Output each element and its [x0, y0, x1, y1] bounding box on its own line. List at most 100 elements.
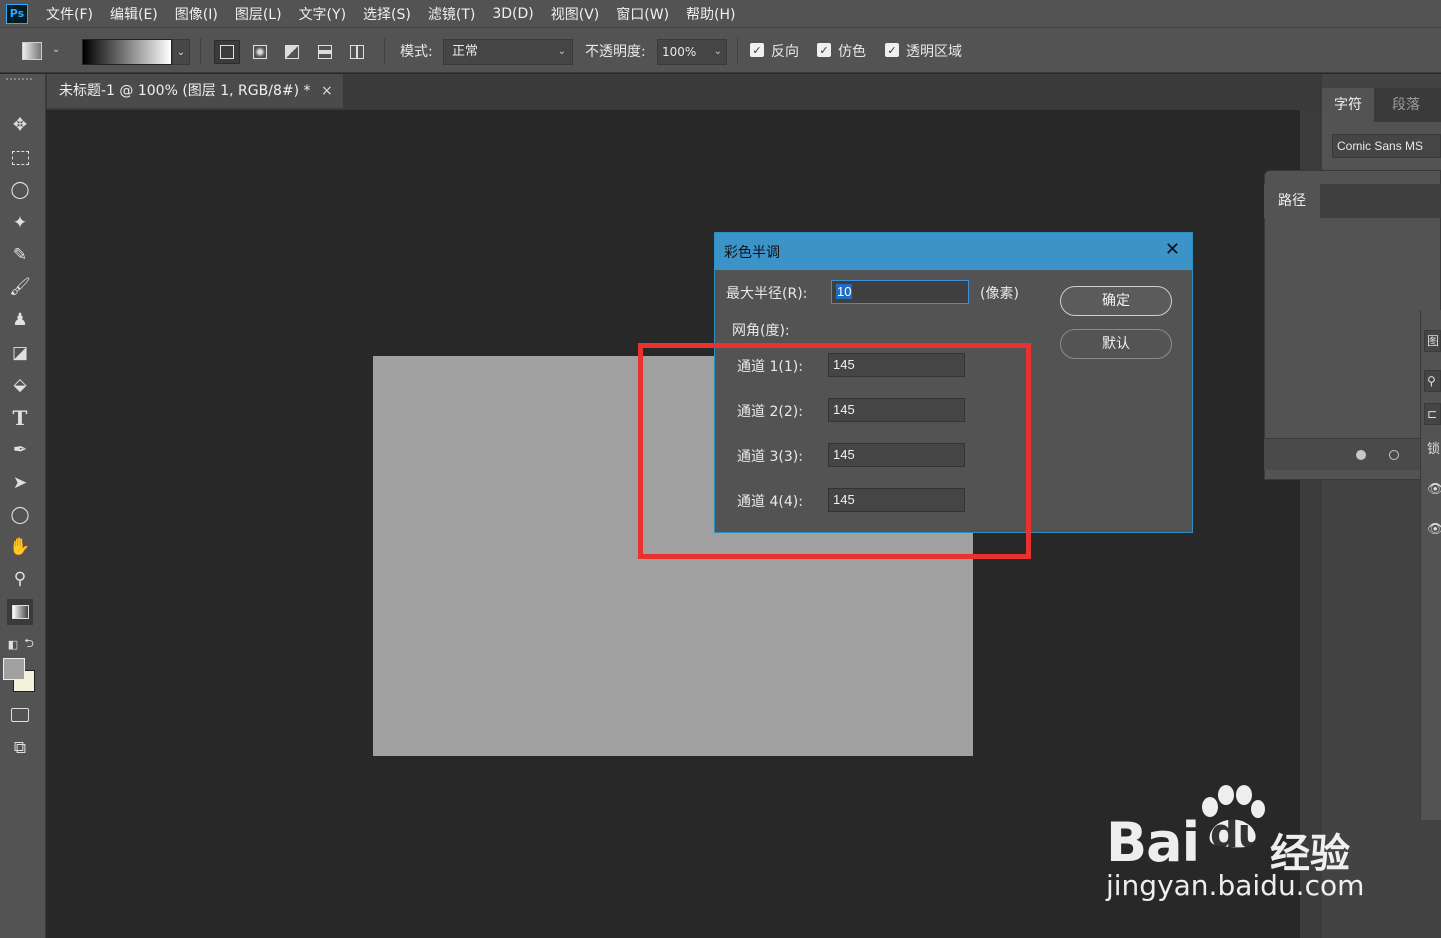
dialog-title: 彩色半调 [724, 245, 780, 261]
menu-bar: Ps 文件(F) 编辑(E) 图像(I) 图层(L) 文字(Y) 选择(S) 滤… [0, 0, 1441, 27]
layers-panel-tab[interactable]: 图 [1424, 330, 1441, 352]
gradient-tool-icon[interactable] [7, 599, 33, 625]
lasso-tool-icon[interactable]: ◯ [7, 177, 33, 203]
dither-label: 仿色 [838, 44, 866, 60]
lock-label: 锁 [1427, 442, 1441, 457]
foreground-color-swatch[interactable] [3, 658, 25, 680]
separator [384, 38, 385, 64]
watermark-url: jingyan.baidu.com [1106, 869, 1365, 902]
screen-mode-icon[interactable]: ⧉ [7, 735, 33, 761]
layer-search-icon[interactable]: ⚲ [1424, 370, 1441, 392]
tab-paragraph[interactable]: 段落 [1380, 88, 1432, 122]
menu-type[interactable]: 文字(Y) [299, 4, 346, 24]
visibility-eye-icon[interactable]: 👁 [1427, 522, 1441, 537]
reflected-gradient-button[interactable] [312, 40, 338, 64]
max-radius-label: 最大半径(R): [726, 286, 808, 302]
paths-panel-tabs: 路径 [1264, 184, 1441, 218]
dither-checkbox[interactable]: ✓ [817, 43, 831, 57]
angle-gradient-button[interactable] [279, 40, 305, 64]
menu-3d[interactable]: 3D(D) [492, 6, 533, 22]
watermark-brand: Bai [1106, 811, 1200, 874]
max-radius-input[interactable]: 10 [831, 280, 969, 304]
eraser-tool-icon[interactable]: ◪ [7, 340, 33, 366]
hand-tool-icon[interactable]: ✋ [7, 534, 33, 560]
blend-mode-field[interactable]: ⊏ [1424, 403, 1441, 425]
default-button[interactable]: 默认 [1060, 329, 1172, 359]
tool-preset-picker[interactable] [22, 42, 42, 60]
swap-colors-icon[interactable]: ⮌ [16, 631, 42, 657]
gradient-picker-dropdown[interactable]: ⌄ [172, 39, 190, 65]
diamond-gradient-button[interactable] [344, 40, 370, 64]
move-tool-icon[interactable]: ✥ [7, 112, 33, 138]
menu-help[interactable]: 帮助(H) [686, 4, 735, 24]
separator [737, 38, 738, 64]
stroke-path-icon[interactable] [1389, 450, 1399, 460]
watermark-brand-suffix: du [1210, 811, 1266, 857]
menu-file[interactable]: 文件(F) [46, 4, 93, 24]
photoshop-logo-icon: Ps [6, 3, 28, 24]
linear-gradient-button[interactable] [214, 40, 240, 64]
tools-panel: ✥ ◯ ✦ ✎ 🖌 ♟ ◪ ⬙ T ✒ ➤ ◯ ✋ ⚲ ◧ ⮌ ⧉ [0, 74, 46, 938]
angle-gradient-icon [285, 45, 299, 59]
menu-edit[interactable]: 编辑(E) [110, 4, 158, 24]
fill-path-icon[interactable] [1356, 450, 1366, 460]
mode-label: 模式: [400, 44, 433, 60]
chevron-down-icon[interactable]: ⌄ [52, 44, 60, 55]
paths-panel-footer [1264, 438, 1441, 470]
document-tab-bar: 未标题-1 @ 100% (图层 1, RGB/8#) * × [46, 74, 1322, 110]
document-tab-title: 未标题-1 @ 100% (图层 1, RGB/8#) * [59, 83, 311, 99]
font-family-field[interactable]: Comic Sans MS [1332, 134, 1441, 158]
reverse-label: 反向 [771, 44, 799, 60]
opacity-input[interactable]: 100% ⌄ [657, 39, 727, 65]
highlight-annotation [638, 343, 1031, 559]
chevron-down-icon: ⌄ [713, 46, 722, 57]
diamond-gradient-icon [350, 45, 364, 59]
dialog-title-bar[interactable]: 彩色半调 ✕ [715, 233, 1192, 270]
mode-select[interactable]: 正常 ⌄ [443, 39, 573, 65]
max-radius-unit: (像素) [980, 286, 1019, 302]
document-tab[interactable]: 未标题-1 @ 100% (图层 1, RGB/8#) * × [47, 74, 343, 108]
panel-grip[interactable] [6, 78, 32, 82]
eyedropper-tool-icon[interactable]: ✎ [7, 242, 33, 268]
menu-select[interactable]: 选择(S) [363, 4, 411, 24]
baidu-jingyan-watermark: Bai du 经验 jingyan.baidu.com [1100, 785, 1380, 915]
marquee-tool-icon[interactable] [7, 145, 33, 171]
close-icon[interactable]: ✕ [1165, 240, 1180, 260]
visibility-eye-icon[interactable]: 👁 [1427, 482, 1441, 497]
separator [200, 38, 201, 64]
options-bar: ⌄ ⌄ 模式: 正常 ⌄ 不透明度: 100% ⌄ ✓ 反向 ✓ 仿色 ✓ 透明… [0, 27, 1441, 73]
tab-paths[interactable]: 路径 [1264, 184, 1320, 218]
reflected-gradient-icon [318, 45, 332, 59]
zoom-tool-icon[interactable]: ⚲ [7, 566, 33, 592]
path-selection-tool-icon[interactable]: ➤ [7, 470, 33, 496]
chevron-down-icon: ⌄ [557, 46, 566, 57]
stamp-tool-icon[interactable]: ♟ [7, 307, 33, 333]
transparency-checkbox[interactable]: ✓ [885, 43, 899, 57]
max-radius-value: 10 [836, 284, 853, 299]
opacity-value: 100% [662, 45, 697, 59]
brush-tool-icon[interactable]: 🖌 [7, 274, 33, 300]
menu-window[interactable]: 窗口(W) [616, 4, 669, 24]
menu-image[interactable]: 图像(I) [175, 4, 218, 24]
quick-mask-icon[interactable] [7, 702, 33, 728]
pen-tool-icon[interactable]: ✒ [7, 437, 33, 463]
character-panel-tabs: 字符 段落 [1322, 88, 1441, 122]
type-tool-icon[interactable]: T [7, 405, 33, 431]
opacity-label: 不透明度: [585, 44, 646, 60]
ok-button[interactable]: 确定 [1060, 286, 1172, 316]
gradient-preview[interactable] [82, 39, 172, 65]
transparency-label: 透明区域 [906, 44, 962, 60]
menu-view[interactable]: 视图(V) [551, 4, 600, 24]
ellipse-tool-icon[interactable]: ◯ [7, 502, 33, 528]
menu-filter[interactable]: 滤镜(T) [428, 4, 475, 24]
linear-gradient-icon [220, 45, 234, 59]
tab-character[interactable]: 字符 [1322, 88, 1374, 122]
close-icon[interactable]: × [321, 74, 333, 108]
radial-gradient-button[interactable] [247, 40, 273, 64]
mode-value: 正常 [452, 44, 479, 59]
reverse-checkbox[interactable]: ✓ [750, 43, 764, 57]
menu-layer[interactable]: 图层(L) [235, 4, 282, 24]
screen-angles-label: 网角(度): [732, 323, 790, 339]
paint-bucket-tool-icon[interactable]: ⬙ [7, 372, 33, 398]
magic-wand-tool-icon[interactable]: ✦ [7, 210, 33, 236]
